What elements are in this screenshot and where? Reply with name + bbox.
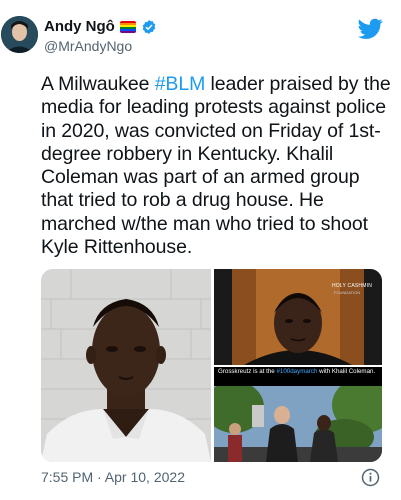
- author-name-row: Andy Ngô: [44, 18, 157, 35]
- video-brand-sublabel: FOUNDATION: [334, 290, 361, 295]
- tweet-timestamp[interactable]: 7:55 PM · Apr 10, 2022: [41, 469, 185, 485]
- tweet-text-part: leader praised by the media for leading …: [41, 73, 391, 259]
- handle[interactable]: @MrAndyNgo: [44, 38, 132, 54]
- avatar[interactable]: [1, 16, 38, 53]
- photo-caption-text: Grosskreutz is at the: [218, 368, 277, 375]
- verified-badge-icon: [142, 19, 156, 34]
- rainbow-flag-icon: [119, 20, 136, 33]
- hashtag-link[interactable]: #BLM: [155, 73, 206, 95]
- media-grid: HOLY CASHMIN FOUNDATION Grosskreutz is a…: [41, 269, 382, 462]
- photo-caption-text: with Khalil Coleman.: [317, 368, 376, 375]
- tweet-text-part: A Milwaukee: [41, 73, 155, 95]
- photo-caption: Grosskreutz is at the #100daymarch with …: [214, 367, 382, 386]
- info-icon[interactable]: [361, 468, 380, 487]
- video-brand-label: HOLY CASHMIN: [332, 283, 373, 289]
- tweet-text: A Milwaukee #BLM leader praised by the m…: [41, 73, 391, 259]
- twitter-bird-icon[interactable]: [358, 18, 383, 40]
- media-video-still[interactable]: HOLY CASHMIN FOUNDATION: [214, 269, 382, 365]
- media-mugshot[interactable]: [41, 269, 211, 462]
- display-name[interactable]: Andy Ngô: [44, 18, 115, 35]
- photo-caption-hashtag: #100daymarch: [276, 368, 318, 375]
- tweet-card: Andy Ngô @MrAndyNgo A Milwaukee #BLM lea…: [0, 0, 401, 500]
- media-march-photo[interactable]: Grosskreutz is at the #100daymarch with …: [214, 367, 382, 462]
